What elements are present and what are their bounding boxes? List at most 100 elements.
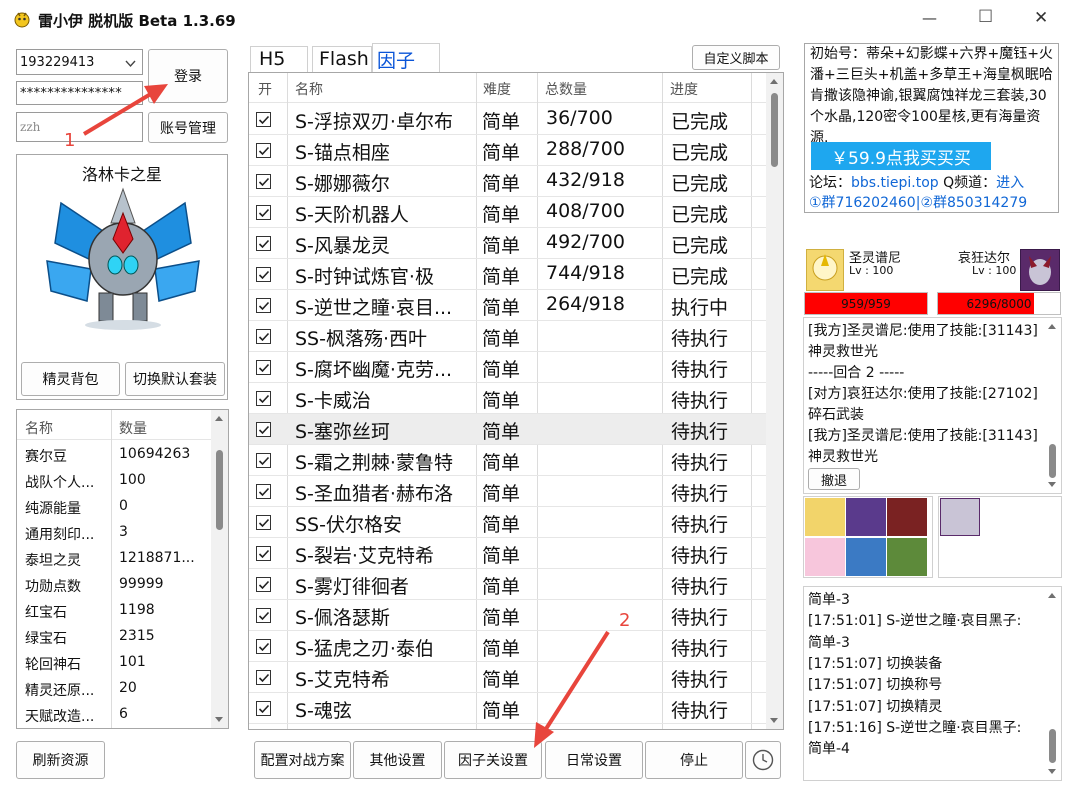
scroll-down-icon[interactable] [1048, 769, 1056, 774]
forum-link[interactable]: bbs.tiepi.top [851, 175, 939, 191]
team-pet-avatar[interactable] [887, 498, 927, 536]
task-scrollbar[interactable] [766, 73, 783, 729]
task-row[interactable]: S-风暴龙灵 简单 492/700 已完成 [249, 228, 769, 259]
task-enable-checkbox[interactable] [256, 143, 271, 158]
scroll-down-icon[interactable] [770, 718, 778, 723]
task-row[interactable]: S-艾克特希 简单 待执行 [249, 662, 769, 693]
run-log-scrollbar[interactable] [1044, 587, 1061, 780]
task-enable-checkbox[interactable] [256, 577, 271, 592]
scroll-thumb[interactable] [1049, 729, 1056, 763]
task-enable-checkbox[interactable] [256, 670, 271, 685]
resource-row[interactable]: 精灵还原... 20 [17, 676, 211, 702]
task-row[interactable]: S-霜之荆棘·蒙鲁特 简单 待执行 [249, 445, 769, 476]
task-row[interactable]: S-裂岩·艾克特希 简单 待执行 [249, 538, 769, 569]
close-icon[interactable]: ✕ [1034, 8, 1048, 28]
resources-scrollbar[interactable] [211, 410, 228, 728]
resource-row[interactable]: 通用刻印... 3 [17, 520, 211, 546]
resource-row[interactable]: 功勋点数 99999 [17, 572, 211, 598]
task-row[interactable]: S-天阶机器人 简单 408/700 已完成 [249, 197, 769, 228]
scroll-up-icon[interactable] [215, 416, 223, 421]
team-pet-avatar[interactable] [805, 498, 845, 536]
task-enable-checkbox[interactable] [256, 515, 271, 530]
resource-row[interactable]: 赛尔豆 10694263 [17, 442, 211, 468]
task-row[interactable]: S-圣血猎者·赫布洛 简单 待执行 [249, 476, 769, 507]
switch-suit-button[interactable]: 切换默认套装 [125, 362, 225, 396]
resource-row[interactable]: 纯源能量 0 [17, 494, 211, 520]
tab-h5[interactable]: H5 [250, 46, 308, 72]
task-enable-checkbox[interactable] [256, 639, 271, 654]
task-enable-checkbox[interactable] [256, 546, 271, 561]
tab-flash[interactable]: Flash [312, 46, 372, 72]
timer-button[interactable] [745, 741, 781, 779]
sprite-bag-button[interactable]: 精灵背包 [21, 362, 120, 396]
task-row[interactable]: S-逆世之瞳·哀目... 简单 264/918 执行中 [249, 290, 769, 321]
team-pet-avatar[interactable] [887, 538, 927, 576]
task-enable-checkbox[interactable] [256, 360, 271, 375]
resource-row[interactable]: 天赋改造... 6 [17, 702, 211, 728]
group1-link[interactable]: ①群716202460 [809, 195, 916, 211]
task-row[interactable]: SS-伏尔格安 简单 待执行 [249, 507, 769, 538]
task-enable-checkbox[interactable] [256, 112, 271, 127]
scroll-down-icon[interactable] [1048, 482, 1056, 487]
scroll-thumb[interactable] [1049, 444, 1056, 478]
task-row[interactable]: S-魂弦 简单 待执行 [249, 693, 769, 724]
qq-channel-link[interactable]: 进入 [996, 175, 1024, 191]
task-enable-checkbox[interactable] [256, 298, 271, 313]
task-enable-checkbox[interactable] [256, 701, 271, 716]
stop-button[interactable]: 停止 [645, 741, 743, 779]
scroll-down-icon[interactable] [215, 717, 223, 722]
task-row[interactable]: S-雾灯徘徊者 简单 待执行 [249, 569, 769, 600]
buy-button[interactable]: ￥59.9点我买买买 [811, 142, 991, 170]
resource-row[interactable]: 泰坦之灵 1218871... [17, 546, 211, 572]
task-enable-checkbox[interactable] [256, 608, 271, 623]
enemy-hp-bar: 6296/8000 [937, 292, 1061, 315]
task-count: 36/700 [546, 107, 613, 129]
maximize-icon[interactable]: ☐ [978, 7, 993, 27]
scroll-thumb[interactable] [216, 450, 223, 530]
task-difficulty: 简单 [482, 607, 521, 629]
resource-row[interactable]: 红宝石 1198 [17, 598, 211, 624]
battle-log-scrollbar[interactable] [1044, 318, 1061, 493]
custom-script-button[interactable]: 自定义脚本 [692, 45, 780, 70]
task-row[interactable]: S-娜娜薇尔 简单 432/918 已完成 [249, 166, 769, 197]
account-select[interactable]: 193229413 [16, 49, 143, 75]
task-status: 待执行 [671, 514, 729, 536]
team-pet-avatar[interactable] [805, 538, 845, 576]
refresh-resources-button[interactable]: 刷新资源 [16, 741, 105, 779]
retreat-button[interactable]: 撤退 [808, 468, 860, 490]
other-settings-button[interactable]: 其他设置 [353, 741, 442, 779]
task-enable-checkbox[interactable] [256, 236, 271, 251]
task-row[interactable]: S-猛虎之刃·泰伯 简单 待执行 [249, 631, 769, 662]
task-row[interactable]: S-塞弥丝珂 简单 待执行 [249, 414, 769, 445]
task-status: 已完成 [671, 266, 729, 288]
task-row[interactable]: S-浮掠双刃·卓尔布 简单 36/700 已完成 [249, 104, 769, 135]
task-row[interactable]: S-锚点相座 简单 288/700 已完成 [249, 135, 769, 166]
group2-link[interactable]: ②群850314279 [920, 195, 1027, 211]
task-enable-checkbox[interactable] [256, 484, 271, 499]
task-enable-checkbox[interactable] [256, 453, 271, 468]
task-row[interactable]: S-卡威治 简单 待执行 [249, 383, 769, 414]
task-enable-checkbox[interactable] [256, 391, 271, 406]
battle-plan-button[interactable]: 配置对战方案 [254, 741, 351, 779]
resource-row[interactable]: 战队个人... 100 [17, 468, 211, 494]
team-pet-avatar[interactable] [846, 498, 886, 536]
task-enable-checkbox[interactable] [256, 174, 271, 189]
minimize-icon[interactable]: — [922, 9, 937, 27]
task-row[interactable]: SS-枫落殇·西叶 简单 待执行 [249, 321, 769, 352]
task-row[interactable]: S-时钟试炼官·极 简单 744/918 已完成 [249, 259, 769, 290]
task-enable-checkbox[interactable] [256, 422, 271, 437]
scroll-up-icon[interactable] [1048, 324, 1056, 329]
task-row[interactable]: S-佩洛瑟斯 简单 待执行 [249, 600, 769, 631]
scroll-thumb[interactable] [771, 93, 778, 167]
resource-row[interactable]: 轮回神石 101 [17, 650, 211, 676]
task-row[interactable]: S-腐坏幽魔·克劳... 简单 待执行 [249, 352, 769, 383]
task-enable-checkbox[interactable] [256, 205, 271, 220]
resource-row[interactable]: 绿宝石 2315 [17, 624, 211, 650]
scroll-up-icon[interactable] [770, 79, 778, 84]
team-pet-avatar[interactable] [846, 538, 886, 576]
task-name: S-猛虎之刃·泰伯 [295, 638, 434, 660]
task-enable-checkbox[interactable] [256, 267, 271, 282]
tab-factor[interactable]: 因子 [372, 43, 440, 72]
task-enable-checkbox[interactable] [256, 329, 271, 344]
scroll-up-icon[interactable] [1048, 593, 1056, 598]
